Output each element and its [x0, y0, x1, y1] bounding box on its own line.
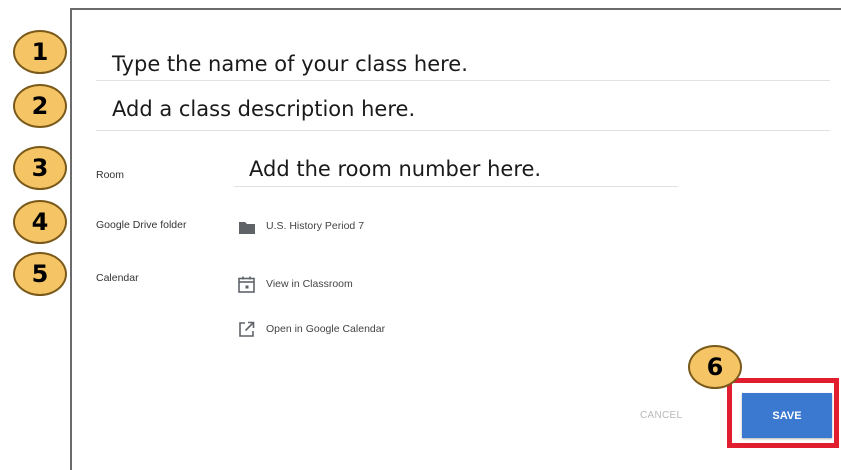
- cancel-button[interactable]: CANCEL: [640, 410, 682, 421]
- calendar-icon: [238, 276, 255, 293]
- room-field[interactable]: Add the room number here.: [249, 157, 541, 181]
- room-label: Room: [96, 169, 125, 181]
- calendar-label: Calendar: [96, 272, 139, 284]
- class-name-underline: [96, 80, 830, 81]
- class-description-underline: [96, 130, 830, 131]
- view-in-classroom-link[interactable]: View in Classroom: [266, 278, 353, 290]
- open-in-google-calendar-link[interactable]: Open in Google Calendar: [266, 323, 385, 335]
- step-badge-6: 6: [688, 345, 742, 389]
- open-external-icon: [239, 321, 255, 337]
- drive-folder-link[interactable]: U.S. History Period 7: [266, 220, 364, 232]
- edit-class-dialog: [70, 8, 841, 470]
- save-button[interactable]: SAVE: [742, 393, 832, 438]
- class-name-field[interactable]: Type the name of your class here.: [112, 52, 468, 76]
- step-badge-4: 4: [13, 200, 67, 244]
- step-badge-1: 1: [13, 30, 67, 74]
- step-badge-5: 5: [13, 252, 67, 296]
- room-underline: [234, 186, 678, 187]
- step-badge-2: 2: [13, 84, 67, 128]
- class-description-field[interactable]: Add a class description here.: [112, 97, 415, 121]
- folder-icon: [239, 222, 255, 234]
- step-badge-3: 3: [13, 146, 67, 190]
- drive-folder-label: Google Drive folder: [96, 219, 187, 231]
